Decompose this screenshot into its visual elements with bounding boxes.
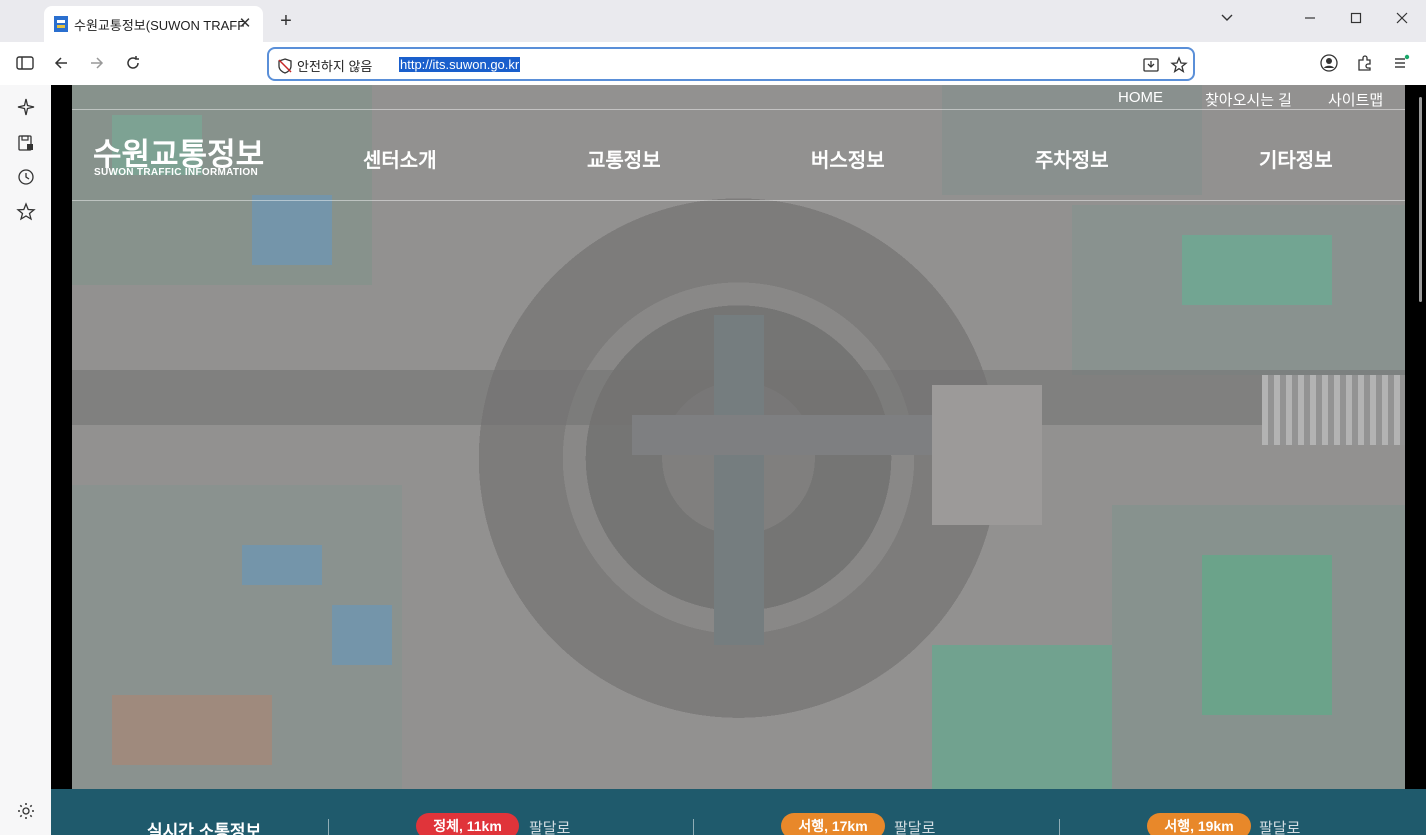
suwon-favicon-icon xyxy=(54,16,68,32)
bookmark-star-icon[interactable] xyxy=(1170,56,1188,74)
forward-arrow-icon[interactable] xyxy=(86,52,108,74)
hero-aerial-image: HOME 찾아오시는 길 사이트맵 수원교통정보 SUWON TRAFFIC I… xyxy=(72,85,1405,789)
extensions-puzzle-icon[interactable] xyxy=(1354,52,1376,74)
status-road-name[interactable]: 팔달로 xyxy=(894,817,935,835)
save-page-icon[interactable] xyxy=(16,133,36,153)
tab-close-icon[interactable]: ✕ xyxy=(236,15,254,33)
nav-other-info[interactable]: 기타정보 xyxy=(1259,144,1333,173)
security-label: 안전하지 않음 xyxy=(297,59,373,74)
tab-title: 수원교통정보(SUWON TRAFFIC xyxy=(74,17,244,33)
browser-window: 수원교통정보(SUWON TRAFFIC ✕ + 안전하지 않음 http://… xyxy=(0,0,1426,835)
address-bar[interactable]: 안전하지 않음 http://its.suwon.go.kr xyxy=(267,47,1195,81)
window-close-icon[interactable] xyxy=(1390,8,1414,32)
hero-dim-overlay xyxy=(72,85,1405,789)
status-divider xyxy=(328,819,329,835)
not-secure-shield-icon xyxy=(278,57,292,74)
page-scrollbar[interactable] xyxy=(1419,97,1422,302)
realtime-traffic-bar: 실시간 소통정보 정체, 11km 팔달로 서행, 17km 팔달로 서행, 1… xyxy=(51,789,1426,835)
install-app-icon[interactable] xyxy=(1142,56,1160,74)
page-viewport: HOME 찾아오시는 길 사이트맵 수원교통정보 SUWON TRAFFIC I… xyxy=(51,85,1426,835)
back-arrow-icon[interactable] xyxy=(50,52,72,74)
favorites-star-icon[interactable] xyxy=(16,202,36,222)
nav-traffic-info[interactable]: 교통정보 xyxy=(587,144,661,173)
tab-search-dropdown-icon[interactable] xyxy=(1215,8,1239,32)
status-badge-slow[interactable]: 서행, 19km xyxy=(1147,813,1251,835)
realtime-heading: 실시간 소통정보 xyxy=(147,822,262,835)
status-divider xyxy=(1059,819,1060,835)
header-divider-bottom xyxy=(72,200,1405,201)
nav-bus-info[interactable]: 버스정보 xyxy=(811,144,885,173)
status-badge-congested[interactable]: 정체, 11km xyxy=(416,813,519,835)
history-icon[interactable] xyxy=(16,167,36,187)
side-panel xyxy=(0,85,51,835)
reload-icon[interactable] xyxy=(122,52,144,74)
profile-icon[interactable] xyxy=(1318,52,1340,74)
ai-sparkle-icon[interactable] xyxy=(16,97,36,117)
tab-suwon[interactable]: 수원교통정보(SUWON TRAFFIC ✕ xyxy=(44,6,263,42)
site-logo-english[interactable]: SUWON TRAFFIC INFORMATION xyxy=(94,167,258,178)
util-link-sitemap[interactable]: 사이트맵 xyxy=(1328,89,1383,110)
nav-parking-info[interactable]: 주차정보 xyxy=(1035,144,1109,173)
settings-gear-icon[interactable] xyxy=(16,801,36,821)
util-link-home[interactable]: HOME xyxy=(1118,89,1163,106)
nav-center-intro[interactable]: 센터소개 xyxy=(363,144,437,173)
sidebar-toggle-icon[interactable] xyxy=(14,52,36,74)
status-divider xyxy=(693,819,694,835)
status-road-name[interactable]: 팔달로 xyxy=(1259,817,1300,835)
menu-icon[interactable] xyxy=(1390,52,1412,74)
browser-toolbar: 안전하지 않음 http://its.suwon.go.kr xyxy=(0,42,1426,85)
maximize-icon[interactable] xyxy=(1344,8,1368,32)
status-road-name[interactable]: 팔달로 xyxy=(529,817,570,835)
minimize-icon[interactable] xyxy=(1298,8,1322,32)
security-indicator[interactable]: 안전하지 않음 xyxy=(277,56,372,75)
util-link-directions[interactable]: 찾아오시는 길 xyxy=(1205,89,1292,110)
status-badge-slow[interactable]: 서행, 17km xyxy=(781,813,885,835)
tab-strip: 수원교통정보(SUWON TRAFFIC ✕ + xyxy=(0,0,1426,42)
new-tab-button[interactable]: + xyxy=(274,10,298,34)
url-text[interactable]: http://its.suwon.go.kr xyxy=(399,57,521,72)
